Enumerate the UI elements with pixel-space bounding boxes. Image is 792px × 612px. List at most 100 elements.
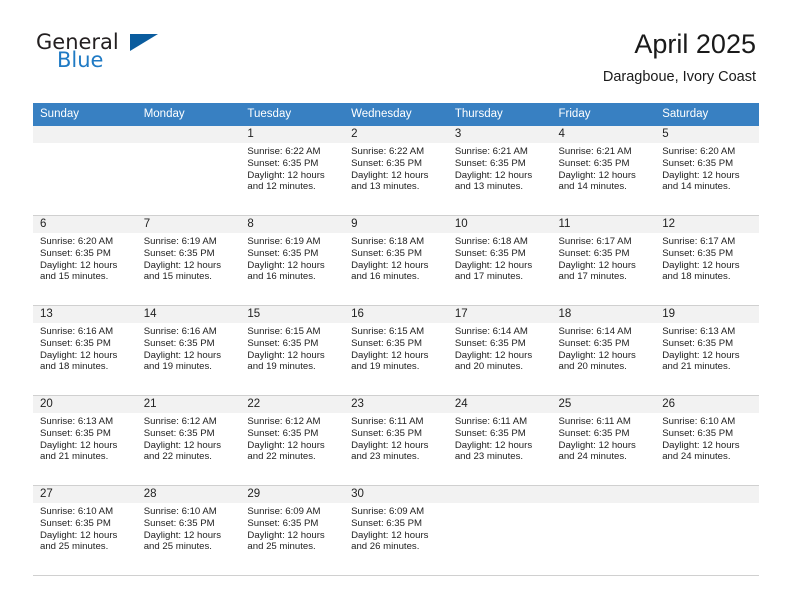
daylight-text-line2: and 25 minutes. <box>247 541 316 553</box>
weekday-header-saturday: Saturday <box>655 103 759 126</box>
calendar-cell-inner <box>447 486 552 575</box>
calendar-week-row: 13 Sunrise: 6:16 AM Sunset: 6:35 PM Dayligh… <box>33 305 759 396</box>
sunset-text: Sunset: 6:35 PM <box>662 427 734 439</box>
day-detail: Sunrise: 6:12 AM Sunset: 6:35 PM Daylight:… <box>240 413 344 463</box>
calendar-cell-day[interactable]: 23 Sunrise: 6:11 AM Sunset: 6:35 PM Dayligh… <box>344 395 448 486</box>
calendar-cell-day[interactable]: 6 Sunrise: 6:20 AM Sunset: 6:35 PM Daylight… <box>33 215 137 306</box>
blue-triangle-flag-icon <box>130 34 158 51</box>
sunset-text: Sunset: 6:35 PM <box>143 517 215 529</box>
day-number: 24 <box>447 396 552 413</box>
daylight-text-line1: Daylight: 12 hours <box>351 349 429 361</box>
sunrise-text: Sunrise: 6:09 AM <box>247 506 321 517</box>
calendar-cell-day[interactable]: 21 Sunrise: 6:12 AM Sunset: 6:35 PM Dayligh… <box>136 395 241 486</box>
day-detail: Sunrise: 6:17 AM Sunset: 6:35 PM Daylight:… <box>655 233 759 283</box>
calendar-cell-day[interactable]: 8 Sunrise: 6:19 AM Sunset: 6:35 PM Daylight… <box>240 215 345 306</box>
daylight-text-line2: and 25 minutes. <box>143 541 212 553</box>
day-number: 5 <box>655 126 759 143</box>
calendar-cell-inner: 12 Sunrise: 6:17 AM Sunset: 6:35 PM Dayligh… <box>655 216 759 305</box>
page-title: April 2025 <box>634 29 756 59</box>
sunset-text: Sunset: 6:35 PM <box>351 337 423 349</box>
calendar-cell-day[interactable]: 1 Sunrise: 6:22 AM Sunset: 6:35 PM Daylight… <box>240 126 345 216</box>
daylight-text-line2: and 15 minutes. <box>143 271 212 283</box>
calendar-cell-day[interactable]: 12 Sunrise: 6:17 AM Sunset: 6:35 PM Dayligh… <box>655 215 759 306</box>
calendar-cell-day[interactable]: 11 Sunrise: 6:17 AM Sunset: 6:35 PM Dayligh… <box>551 215 656 306</box>
sunrise-text: Sunrise: 6:13 AM <box>40 416 114 427</box>
calendar-cell-day[interactable]: 19 Sunrise: 6:13 AM Sunset: 6:35 PM Dayligh… <box>655 305 759 396</box>
sunset-text: Sunset: 6:35 PM <box>247 427 319 439</box>
calendar-cell-day[interactable]: 14 Sunrise: 6:16 AM Sunset: 6:35 PM Dayligh… <box>136 305 241 396</box>
calendar-cell-day[interactable]: 20 Sunrise: 6:13 AM Sunset: 6:35 PM Dayligh… <box>33 395 137 486</box>
daylight-text-line2: and 15 minutes. <box>40 271 109 283</box>
calendar-cell-day[interactable]: 25 Sunrise: 6:11 AM Sunset: 6:35 PM Dayligh… <box>551 395 656 486</box>
sunrise-text: Sunrise: 6:22 AM <box>351 146 425 157</box>
daylight-text-line1: Daylight: 12 hours <box>351 169 429 181</box>
sunrise-text: Sunrise: 6:21 AM <box>454 146 528 157</box>
calendar-cell-day[interactable]: 26 Sunrise: 6:10 AM Sunset: 6:35 PM Dayligh… <box>655 395 759 486</box>
daylight-text-line2: and 21 minutes. <box>40 451 109 463</box>
calendar-cell-day[interactable]: 9 Sunrise: 6:18 AM Sunset: 6:35 PM Daylight… <box>344 215 448 306</box>
day-detail: Sunrise: 6:20 AM Sunset: 6:35 PM Daylight:… <box>33 233 137 283</box>
day-number: 22 <box>240 396 345 413</box>
calendar-cell-inner: 15 Sunrise: 6:15 AM Sunset: 6:35 PM Dayligh… <box>240 306 345 395</box>
day-detail: Sunrise: 6:14 AM Sunset: 6:35 PM Daylight:… <box>448 323 552 373</box>
sunrise-text: Sunrise: 6:10 AM <box>40 506 114 517</box>
calendar-cell-day[interactable]: 3 Sunrise: 6:21 AM Sunset: 6:35 PM Daylight… <box>447 126 552 216</box>
sunset-text: Sunset: 6:35 PM <box>247 157 319 169</box>
calendar-cell-inner <box>33 126 137 215</box>
calendar-cell-day[interactable]: 2 Sunrise: 6:22 AM Sunset: 6:35 PM Daylight… <box>344 126 448 216</box>
calendar-cell-day[interactable]: 16 Sunrise: 6:15 AM Sunset: 6:35 PM Dayligh… <box>344 305 448 396</box>
sunset-text: Sunset: 6:35 PM <box>454 427 526 439</box>
calendar-cell-day[interactable]: 27 Sunrise: 6:10 AM Sunset: 6:35 PM Dayligh… <box>33 485 137 576</box>
sunrise-text: Sunrise: 6:15 AM <box>351 326 425 337</box>
calendar-cell-inner: 10 Sunrise: 6:18 AM Sunset: 6:35 PM Dayligh… <box>447 216 552 305</box>
calendar-cell-empty <box>551 485 656 576</box>
daylight-text-line2: and 17 minutes. <box>454 271 524 283</box>
calendar-cell-inner: 9 Sunrise: 6:18 AM Sunset: 6:35 PM Daylight… <box>344 216 448 305</box>
calendar-cell-day[interactable]: 18 Sunrise: 6:14 AM Sunset: 6:35 PM Dayligh… <box>551 305 656 396</box>
day-detail: Sunrise: 6:20 AM Sunset: 6:35 PM Daylight:… <box>655 143 759 193</box>
calendar-cell-day[interactable]: 29 Sunrise: 6:09 AM Sunset: 6:35 PM Dayligh… <box>240 485 345 576</box>
daylight-text-line1: Daylight: 12 hours <box>247 349 325 361</box>
calendar-cell-day[interactable]: 4 Sunrise: 6:21 AM Sunset: 6:35 PM Daylight… <box>551 126 656 216</box>
calendar-cell-day[interactable]: 24 Sunrise: 6:11 AM Sunset: 6:35 PM Dayligh… <box>447 395 552 486</box>
daylight-text-line1: Daylight: 12 hours <box>662 259 740 271</box>
calendar-cell-inner: 30 Sunrise: 6:09 AM Sunset: 6:35 PM Dayligh… <box>344 486 448 575</box>
calendar-cell-day[interactable]: 22 Sunrise: 6:12 AM Sunset: 6:35 PM Dayligh… <box>240 395 345 486</box>
sunrise-text: Sunrise: 6:10 AM <box>662 416 736 427</box>
sunset-text: Sunset: 6:35 PM <box>40 517 111 529</box>
day-detail: Sunrise: 6:15 AM Sunset: 6:35 PM Daylight:… <box>240 323 344 373</box>
daylight-text-line1: Daylight: 12 hours <box>454 259 533 271</box>
daylight-text-line1: Daylight: 12 hours <box>351 259 429 271</box>
sunrise-text: Sunrise: 6:18 AM <box>351 236 425 247</box>
day-detail: Sunrise: 6:11 AM Sunset: 6:35 PM Daylight:… <box>552 413 656 463</box>
calendar-cell-day[interactable]: 30 Sunrise: 6:09 AM Sunset: 6:35 PM Dayligh… <box>344 485 448 576</box>
day-detail: Sunrise: 6:21 AM Sunset: 6:35 PM Daylight:… <box>552 143 656 193</box>
calendar-cell-day[interactable]: 17 Sunrise: 6:14 AM Sunset: 6:35 PM Dayligh… <box>447 305 552 396</box>
calendar-cell-day[interactable]: 10 Sunrise: 6:18 AM Sunset: 6:35 PM Dayligh… <box>447 215 552 306</box>
calendar-cell-inner: 16 Sunrise: 6:15 AM Sunset: 6:35 PM Dayligh… <box>344 306 448 395</box>
sunrise-text: Sunrise: 6:22 AM <box>247 146 321 157</box>
day-number: 11 <box>551 216 656 233</box>
day-number: 4 <box>551 126 656 143</box>
calendar-cell-day[interactable]: 7 Sunrise: 6:19 AM Sunset: 6:35 PM Daylight… <box>136 215 241 306</box>
weekday-header-thursday: Thursday <box>447 103 552 126</box>
daylight-text-line2: and 19 minutes. <box>247 361 316 373</box>
calendar-cell-day[interactable]: 28 Sunrise: 6:10 AM Sunset: 6:35 PM Dayligh… <box>136 485 241 576</box>
calendar-page: General Blue April 2025 Daragboue, Ivory… <box>0 0 792 612</box>
daylight-text-line2: and 16 minutes. <box>351 271 420 283</box>
calendar-cell-day[interactable]: 15 Sunrise: 6:15 AM Sunset: 6:35 PM Dayligh… <box>240 305 345 396</box>
day-number: 6 <box>33 216 137 233</box>
title-block: April 2025 Daragboue, Ivory Coast <box>336 28 756 86</box>
sunrise-text: Sunrise: 6:11 AM <box>454 416 528 427</box>
calendar-cell-day[interactable]: 13 Sunrise: 6:16 AM Sunset: 6:35 PM Dayligh… <box>33 305 137 396</box>
sunset-text: Sunset: 6:35 PM <box>351 427 423 439</box>
calendar-cell-day[interactable]: 5 Sunrise: 6:20 AM Sunset: 6:35 PM Daylight… <box>655 126 759 216</box>
day-detail: Sunrise: 6:09 AM Sunset: 6:35 PM Daylight:… <box>240 503 344 553</box>
sunset-text: Sunset: 6:35 PM <box>662 247 734 259</box>
sunset-text: Sunset: 6:35 PM <box>351 157 423 169</box>
general-blue-logo[interactable]: General Blue <box>36 30 166 76</box>
day-number <box>447 486 552 503</box>
day-detail: Sunrise: 6:09 AM Sunset: 6:35 PM Daylight:… <box>344 503 448 553</box>
daylight-text-line2: and 26 minutes. <box>351 541 420 553</box>
sunset-text: Sunset: 6:35 PM <box>247 337 319 349</box>
